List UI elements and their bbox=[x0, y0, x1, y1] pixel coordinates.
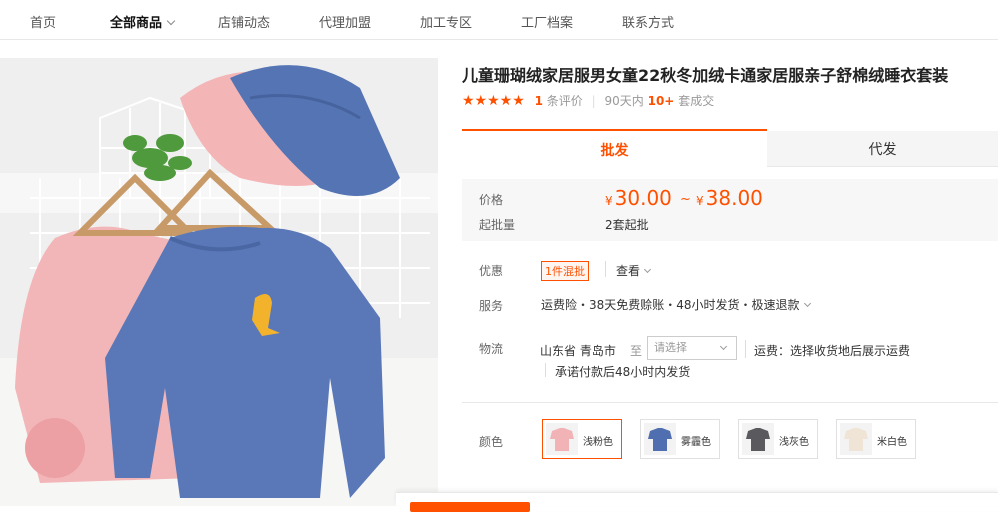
product-main-image[interactable] bbox=[0, 58, 438, 506]
nav-processing[interactable]: 加工专区 bbox=[420, 12, 472, 31]
tab-wholesale[interactable]: 批发 bbox=[462, 129, 767, 167]
swatch-image bbox=[546, 423, 578, 455]
moq-label: 起批量 bbox=[479, 218, 516, 232]
sales-period: 90天内 bbox=[604, 94, 644, 108]
rating-divider: | bbox=[591, 94, 596, 108]
nav-home[interactable]: 首页 bbox=[30, 12, 56, 31]
color-option-light-pink[interactable]: 浅粉色 bbox=[542, 419, 622, 459]
offers-view-link[interactable]: 查看 bbox=[616, 262, 652, 279]
price-label: 价格 bbox=[479, 193, 504, 207]
swatch-image bbox=[742, 423, 774, 455]
logistics-label: 物流 bbox=[479, 342, 504, 356]
tab-dropship[interactable]: 代发 bbox=[767, 131, 998, 167]
color-option-off-white[interactable]: 米白色 bbox=[836, 419, 916, 459]
chevron-down-icon bbox=[643, 265, 652, 274]
destination-placeholder: 请选择 bbox=[654, 341, 687, 354]
swatch-label: 雾霾色 bbox=[681, 437, 711, 448]
moq-value: 2套起批 bbox=[605, 218, 649, 232]
offers-view-label: 查看 bbox=[616, 264, 641, 278]
logistics-divider bbox=[745, 340, 746, 358]
top-nav: 首页 全部商品 店铺动态 代理加盟 加工专区 工厂档案 联系方式 bbox=[0, 0, 998, 40]
nav-agency[interactable]: 代理加盟 bbox=[319, 12, 371, 31]
currency-symbol: ¥ bbox=[696, 194, 704, 208]
review-count[interactable]: 1 bbox=[535, 94, 543, 108]
sold-count: 10+ bbox=[647, 94, 675, 108]
review-suffix: 条评价 bbox=[546, 94, 583, 108]
price-min: ¥30.00 bbox=[605, 186, 672, 210]
swatch-label: 米白色 bbox=[877, 437, 907, 448]
chevron-down-icon bbox=[166, 16, 176, 26]
nav-store-news[interactable]: 店铺动态 bbox=[218, 12, 270, 31]
mixed-batch-tag: 1件混批 bbox=[541, 261, 589, 281]
currency-symbol: ¥ bbox=[605, 194, 613, 208]
offers-label: 优惠 bbox=[479, 264, 504, 278]
nav-contact[interactable]: 联系方式 bbox=[622, 12, 674, 31]
swatch-image bbox=[644, 423, 676, 455]
price-max-value: 38.00 bbox=[705, 186, 763, 210]
service-terms-text: 运费险・38天免费赊账・48小时发货・极速退款 bbox=[541, 298, 800, 312]
chevron-down-icon bbox=[719, 342, 728, 351]
color-label: 颜色 bbox=[479, 435, 504, 449]
price-max: ¥38.00 bbox=[696, 186, 763, 210]
service-label: 服务 bbox=[479, 299, 504, 313]
swatch-label: 浅灰色 bbox=[779, 437, 809, 448]
shipping-origin: 山东省 青岛市 bbox=[540, 344, 616, 358]
purchase-mode-tabs: 批发 代发 bbox=[462, 129, 998, 167]
shipping-fee-text: 运费：选择收货地后展示运费 bbox=[754, 344, 911, 358]
star-rating-icon: ★★★★★ bbox=[462, 93, 525, 109]
action-button[interactable] bbox=[410, 502, 530, 512]
nav-all-products[interactable]: 全部商品 bbox=[110, 12, 176, 31]
rating-row: ★★★★★ 1 条评价 | 90天内 10+ 套成交 bbox=[462, 92, 715, 109]
swatch-label: 浅粉色 bbox=[583, 437, 613, 448]
price-min-value: 30.00 bbox=[614, 186, 672, 210]
service-terms[interactable]: 运费险・38天免费赊账・48小时发货・极速退款 bbox=[541, 296, 811, 313]
chevron-down-icon bbox=[803, 299, 811, 308]
shipping-promise: 承诺付款后48小时内发货 bbox=[555, 365, 691, 379]
price-range-separator: ~ bbox=[680, 192, 691, 207]
shipping-to: 至 bbox=[630, 344, 643, 358]
color-option-haze-blue[interactable]: 雾霾色 bbox=[640, 419, 720, 459]
sold-suffix: 套成交 bbox=[678, 94, 715, 108]
swatch-image bbox=[840, 423, 872, 455]
product-title: 儿童珊瑚绒家居服男女童22秋冬加绒卡通家居服亲子舒棉绒睡衣套装 bbox=[462, 66, 949, 85]
color-option-light-gray[interactable]: 浅灰色 bbox=[738, 419, 818, 459]
destination-select[interactable]: 请选择 bbox=[647, 336, 737, 360]
nav-factory-profile[interactable]: 工厂档案 bbox=[521, 12, 573, 31]
product-photo-illustration bbox=[0, 58, 438, 506]
nav-all-products-label: 全部商品 bbox=[110, 16, 163, 31]
offers-divider bbox=[605, 261, 606, 277]
promise-divider bbox=[545, 363, 546, 377]
section-divider bbox=[462, 402, 998, 403]
